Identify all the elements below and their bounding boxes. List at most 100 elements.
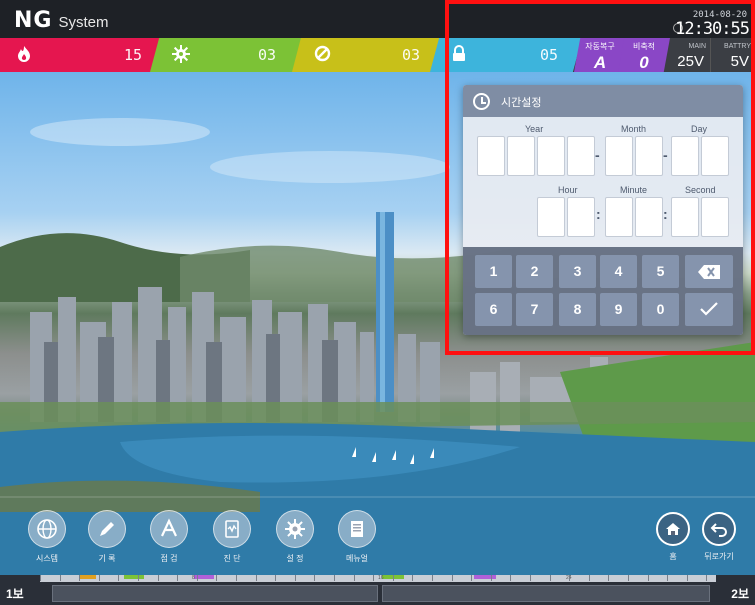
nav-settings-button[interactable]: 설 정: [273, 510, 317, 564]
floor-label-right[interactable]: 2보: [731, 585, 749, 602]
floor-tick: [157, 575, 159, 581]
status-fire[interactable]: 15: [0, 38, 160, 72]
floor-tick: [569, 575, 571, 581]
floor-tick: [432, 575, 433, 581]
main-voltage-value: 25V: [677, 53, 704, 70]
floor-tick: [451, 575, 453, 581]
month-digit-1[interactable]: [605, 136, 633, 176]
month-digit-2[interactable]: [635, 136, 663, 176]
minute-digit-2[interactable]: [635, 197, 663, 237]
fire-count: 15: [124, 46, 143, 64]
confirm-button[interactable]: [685, 293, 733, 326]
nav-settings-label: 설 정: [286, 554, 304, 563]
minute-label: Minute: [620, 185, 648, 195]
status-trouble[interactable]: 03: [150, 38, 302, 72]
key-9[interactable]: 9: [600, 293, 637, 326]
year-digit-3[interactable]: [537, 136, 565, 176]
date-separator: -: [595, 147, 600, 163]
key-3[interactable]: 3: [559, 255, 596, 288]
key-8[interactable]: 8: [559, 293, 596, 326]
backspace-button[interactable]: [685, 255, 733, 288]
nav-inspect-button[interactable]: 점 검: [147, 510, 191, 564]
numeric-keypad: 1 2 3 4 5 6 7 8 9 0: [463, 247, 743, 335]
nav-manual-button[interactable]: 메뉴얼: [335, 510, 379, 564]
year-digit-1[interactable]: [477, 136, 505, 176]
day-digit-2[interactable]: [701, 136, 729, 176]
floor-tick: [59, 575, 61, 581]
emergency-mode[interactable]: 비축적 0: [618, 38, 670, 72]
nav-system-button[interactable]: 시스템: [25, 510, 69, 564]
tick-label: 16: [378, 575, 384, 581]
floor-tick: [98, 575, 100, 581]
key-2[interactable]: 2: [516, 255, 553, 288]
key-4[interactable]: 4: [600, 255, 637, 288]
check-icon: [700, 302, 718, 316]
floor-marker: [80, 575, 96, 579]
floor-tick: [373, 575, 375, 581]
key-7[interactable]: 7: [516, 293, 553, 326]
time-separator: :: [596, 206, 601, 222]
day-label: Day: [691, 124, 708, 134]
status-lock[interactable]: 05: [430, 38, 582, 72]
floor-tick: [138, 575, 139, 581]
hour-digit-1[interactable]: [537, 197, 565, 237]
nav-diagnose-label: 진 단: [223, 554, 241, 563]
floor-tick: [40, 575, 41, 581]
nav-home-button[interactable]: 홈: [651, 512, 695, 562]
clock-icon: [473, 93, 490, 110]
globe-icon: [28, 510, 66, 548]
battery-voltage-value: 5V: [730, 53, 749, 70]
floor-tick: [530, 575, 531, 581]
key-0[interactable]: 0: [642, 293, 679, 326]
main-voltage: MAIN 25V: [664, 38, 710, 72]
second-digit-2[interactable]: [701, 197, 729, 237]
key-6[interactable]: 6: [475, 293, 512, 326]
floor-ticks: 8 16 24: [40, 575, 716, 582]
floor-tick: [353, 575, 355, 581]
floor-tick: [294, 575, 296, 581]
floor-tick: [392, 575, 394, 581]
floor-tick: [79, 575, 81, 581]
floor-label-left[interactable]: 1보: [6, 585, 24, 602]
gear-icon: [276, 510, 314, 548]
day-digit-1[interactable]: [671, 136, 699, 176]
floor-slider-right[interactable]: [382, 585, 710, 602]
year-digit-2[interactable]: [507, 136, 535, 176]
logo-ng: NG: [14, 8, 53, 33]
nav-system-label: 시스템: [35, 554, 59, 563]
clipboard-icon: [213, 510, 251, 548]
minute-digit-1[interactable]: [605, 197, 633, 237]
main-voltage-label: MAIN: [688, 43, 707, 50]
pencil-icon: [88, 510, 126, 548]
floor-tick: [667, 575, 669, 581]
nav-home-label: 홈: [669, 552, 677, 561]
floor-tick: [608, 575, 610, 581]
year-digit-4[interactable]: [567, 136, 595, 176]
blocked-count: 03: [402, 46, 421, 64]
floor-slider-left[interactable]: [52, 585, 378, 602]
tick-label: 8: [192, 575, 195, 581]
nav-diagnose-button[interactable]: 진 단: [210, 510, 254, 564]
dialog-header: 시간설정: [463, 85, 743, 117]
nav-record-button[interactable]: 기 록: [85, 510, 129, 564]
hour-label: Hour: [558, 185, 578, 195]
status-blocked[interactable]: 03: [292, 38, 440, 72]
floor-tick: [686, 575, 688, 581]
current-time[interactable]: 12:30:55: [675, 19, 750, 39]
floor-tick: [628, 575, 629, 581]
floor-tick: [196, 575, 198, 581]
key-5[interactable]: 5: [642, 255, 679, 288]
floor-tick: [177, 575, 179, 581]
floor-tick: [588, 575, 590, 581]
auto-restore-mode[interactable]: 자동복구 A: [574, 38, 626, 72]
second-digit-1[interactable]: [671, 197, 699, 237]
hour-digit-2[interactable]: [567, 197, 595, 237]
emergency-value: 0: [639, 53, 649, 72]
floor-tick: [647, 575, 649, 581]
inspect-icon: [150, 510, 188, 548]
floor-tick: [118, 575, 120, 581]
gear-icon: [172, 45, 190, 68]
key-1[interactable]: 1: [475, 255, 512, 288]
nav-back-button[interactable]: 뒤로가기: [697, 512, 741, 562]
manual-icon: [338, 510, 376, 548]
